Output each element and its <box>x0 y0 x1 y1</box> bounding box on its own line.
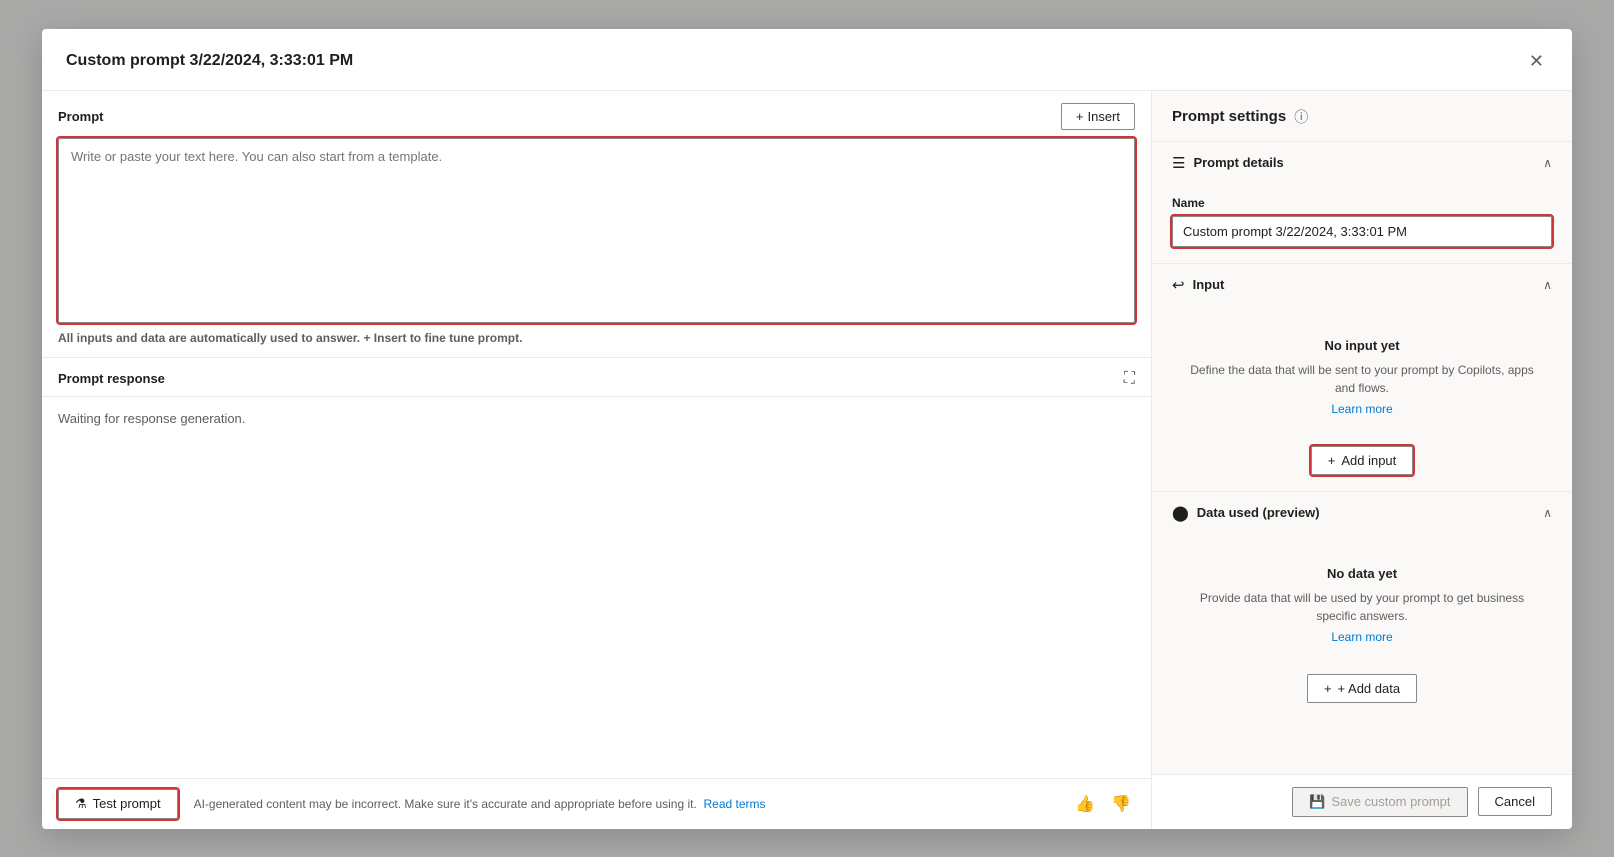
data-empty-title: No data yet <box>1188 566 1536 581</box>
waiting-text: Waiting for response generation. <box>58 411 245 426</box>
data-learn-more-link[interactable]: Learn more <box>1331 630 1392 644</box>
prompt-section: Prompt + Insert All inputs and data are … <box>42 91 1151 358</box>
input-empty-title: No input yet <box>1188 338 1536 353</box>
test-prompt-button[interactable]: ⚗ Test prompt <box>58 789 178 819</box>
data-title-row: ⬤ Data used (preview) <box>1172 504 1320 522</box>
hint-suffix: to fine tune prompt. <box>410 331 523 345</box>
cancel-label: Cancel <box>1495 794 1535 809</box>
input-icon: ↩ <box>1172 276 1185 294</box>
hint-prefix: All inputs and data are automatically us… <box>58 331 360 345</box>
input-content: No input yet Define the data that will b… <box>1152 306 1572 491</box>
settings-title: Prompt settings <box>1172 108 1286 125</box>
modal-title: Custom prompt 3/22/2024, 3:33:01 PM <box>66 52 353 70</box>
prompt-details-content: Name <box>1152 184 1572 263</box>
prompt-details-accordion: ☰ Prompt details ∧ Name <box>1152 141 1572 263</box>
prompt-hint: All inputs and data are automatically us… <box>42 323 1151 357</box>
footer-icons: 👍 👎 <box>1071 790 1135 818</box>
input-empty-desc: Define the data that will be sent to you… <box>1188 361 1536 397</box>
thumbs-down-icon: 👎 <box>1111 796 1131 813</box>
close-icon: ✕ <box>1529 51 1544 72</box>
name-input[interactable] <box>1172 216 1552 247</box>
input-chevron: ∧ <box>1543 278 1552 292</box>
input-learn-more-link[interactable]: Learn more <box>1331 402 1392 416</box>
data-empty-desc: Provide data that will be used by your p… <box>1188 589 1536 625</box>
prompt-details-chevron: ∧ <box>1543 156 1552 170</box>
insert-label: Insert <box>1087 109 1120 124</box>
insert-button[interactable]: + Insert <box>1061 103 1135 130</box>
modal-header: Custom prompt 3/22/2024, 3:33:01 PM ✕ <box>42 29 1572 91</box>
input-accordion: ↩ Input ∧ No input yet Define the data t… <box>1152 263 1572 491</box>
close-button[interactable]: ✕ <box>1525 47 1548 76</box>
thumbs-up-button[interactable]: 👍 <box>1071 790 1099 818</box>
input-title-row: ↩ Input <box>1172 276 1224 294</box>
prompt-details-icon: ☰ <box>1172 154 1185 172</box>
data-chevron: ∧ <box>1543 506 1552 520</box>
data-icon: ⬤ <box>1172 504 1189 522</box>
settings-header: Prompt settings ⓘ <box>1152 91 1572 141</box>
name-field-label: Name <box>1172 196 1552 210</box>
prompt-details-header[interactable]: ☰ Prompt details ∧ <box>1152 142 1572 184</box>
add-input-button[interactable]: + Add input <box>1311 446 1414 475</box>
flask-icon: ⚗ <box>75 796 87 812</box>
cancel-button[interactable]: Cancel <box>1478 787 1552 816</box>
test-prompt-label: Test prompt <box>93 796 161 811</box>
data-title: Data used (preview) <box>1197 505 1320 520</box>
left-footer: ⚗ Test prompt AI-generated content may b… <box>42 778 1151 829</box>
response-title: Prompt response <box>58 371 165 386</box>
prompt-textarea[interactable] <box>59 139 1134 319</box>
input-header[interactable]: ↩ Input ∧ <box>1152 264 1572 306</box>
prompt-section-header: Prompt + Insert <box>42 91 1151 138</box>
save-button[interactable]: 💾 Save custom prompt <box>1292 787 1467 817</box>
add-data-button[interactable]: + + Add data <box>1307 674 1417 703</box>
data-accordion: ⬤ Data used (preview) ∧ No data yet Prov… <box>1152 491 1572 719</box>
thumbs-up-icon: 👍 <box>1075 796 1095 813</box>
modal-body: Prompt + Insert All inputs and data are … <box>42 91 1572 829</box>
info-icon[interactable]: ⓘ <box>1294 107 1308 127</box>
input-empty-state: No input yet Define the data that will b… <box>1172 318 1552 436</box>
prompt-details-title-row: ☰ Prompt details <box>1172 154 1284 172</box>
response-header: Prompt response ⛶ <box>42 358 1151 397</box>
thumbs-down-button[interactable]: 👎 <box>1107 790 1135 818</box>
add-input-label: Add input <box>1341 453 1396 468</box>
hint-bold: + Insert <box>363 331 406 345</box>
left-panel: Prompt + Insert All inputs and data are … <box>42 91 1152 829</box>
add-input-icon: + <box>1328 453 1336 468</box>
response-section: Prompt response ⛶ Waiting for response g… <box>42 358 1151 778</box>
footer-disclaimer: AI-generated content may be incorrect. M… <box>194 797 1056 811</box>
input-title: Input <box>1193 277 1225 292</box>
right-panel-footer: 💾 Save custom prompt Cancel <box>1152 774 1572 829</box>
modal-container: Custom prompt 3/22/2024, 3:33:01 PM ✕ Pr… <box>42 29 1572 829</box>
data-empty-state: No data yet Provide data that will be us… <box>1172 546 1552 664</box>
prompt-section-title: Prompt <box>58 109 104 124</box>
disk-icon: 💾 <box>1309 794 1325 810</box>
save-label: Save custom prompt <box>1331 794 1450 809</box>
prompt-details-title: Prompt details <box>1193 155 1283 170</box>
response-body: Waiting for response generation. <box>42 397 1151 778</box>
data-header[interactable]: ⬤ Data used (preview) ∧ <box>1152 492 1572 534</box>
add-data-icon: + <box>1324 681 1332 696</box>
right-panel: Prompt settings ⓘ ☰ Prompt details ∧ Nam… <box>1152 91 1572 829</box>
data-content: No data yet Provide data that will be us… <box>1152 534 1572 719</box>
plus-icon: + <box>1076 109 1084 124</box>
expand-icon[interactable]: ⛶ <box>1124 370 1135 388</box>
read-terms-link[interactable]: Read terms <box>703 797 765 811</box>
prompt-textarea-wrapper <box>58 138 1135 323</box>
modal-overlay: Custom prompt 3/22/2024, 3:33:01 PM ✕ Pr… <box>0 0 1614 857</box>
add-data-label: + Add data <box>1338 681 1401 696</box>
